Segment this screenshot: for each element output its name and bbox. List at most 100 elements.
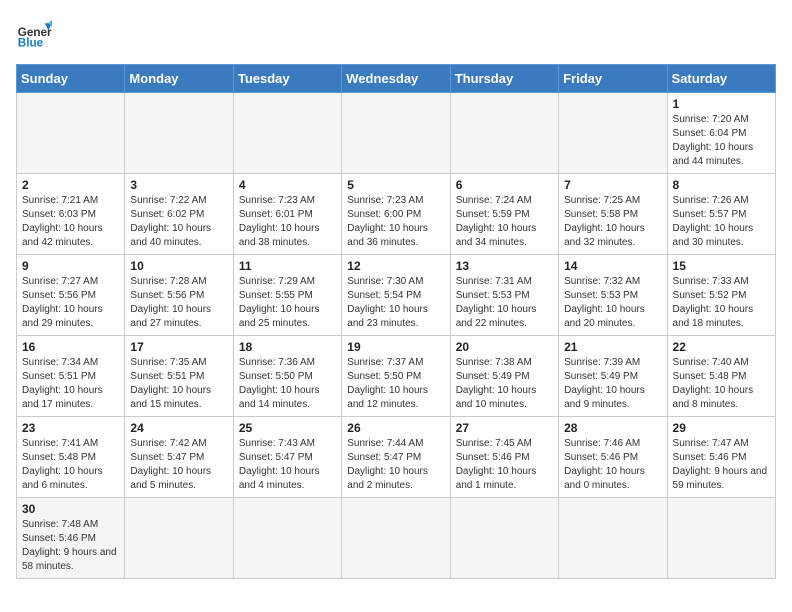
calendar-cell bbox=[125, 93, 233, 174]
day-info: Sunrise: 7:40 AM Sunset: 5:48 PM Dayligh… bbox=[673, 356, 770, 412]
day-number: 10 bbox=[130, 259, 227, 273]
calendar-cell bbox=[125, 498, 233, 579]
day-number: 27 bbox=[456, 421, 553, 435]
day-number: 1 bbox=[673, 97, 770, 111]
calendar-cell: 1Sunrise: 7:20 AM Sunset: 6:04 PM Daylig… bbox=[667, 93, 775, 174]
calendar-cell: 3 Sunrise: 7:22 AM Sunset: 6:02 PM Daylig… bbox=[125, 174, 233, 255]
calendar-cell: 24 Sunrise: 7:42 AM Sunset: 5:47 PM Dayli… bbox=[125, 417, 233, 498]
calendar-cell: 6Sunrise: 7:24 AM Sunset: 5:59 PM Daylig… bbox=[450, 174, 558, 255]
day-info: Sunrise: 7:38 AM Sunset: 5:49 PM Dayligh… bbox=[456, 356, 553, 412]
logo-icon: General Blue bbox=[16, 16, 52, 52]
day-number: 13 bbox=[456, 259, 553, 273]
day-info: Sunrise: 7:45 AM Sunset: 5:46 PM Dayligh… bbox=[456, 437, 553, 493]
calendar-cell: 8 Sunrise: 7:26 AM Sunset: 5:57 PM Daylig… bbox=[667, 174, 775, 255]
calendar-cell: 5Sunrise: 7:23 AM Sunset: 6:00 PM Daylig… bbox=[342, 174, 450, 255]
calendar-cell: 2 Sunrise: 7:21 AM Sunset: 6:03 PM Daylig… bbox=[17, 174, 125, 255]
calendar-cell bbox=[667, 498, 775, 579]
weekday-header: Tuesday bbox=[233, 65, 341, 93]
calendar-cell: 19Sunrise: 7:37 AM Sunset: 5:50 PM Dayli… bbox=[342, 336, 450, 417]
day-number: 4 bbox=[239, 178, 336, 192]
day-number: 29 bbox=[673, 421, 770, 435]
day-info: Sunrise: 7:35 AM Sunset: 5:51 PM Dayligh… bbox=[130, 356, 227, 412]
day-info: Sunrise: 7:42 AM Sunset: 5:47 PM Dayligh… bbox=[130, 437, 227, 493]
day-number: 2 bbox=[22, 178, 119, 192]
calendar-cell bbox=[342, 93, 450, 174]
day-number: 22 bbox=[673, 340, 770, 354]
calendar-cell bbox=[342, 498, 450, 579]
calendar-cell: 23 Sunrise: 7:41 AM Sunset: 5:48 PM Dayli… bbox=[17, 417, 125, 498]
calendar-cell bbox=[233, 93, 341, 174]
calendar-cell: 14Sunrise: 7:32 AM Sunset: 5:53 PM Dayli… bbox=[559, 255, 667, 336]
calendar-cell: 15 Sunrise: 7:33 AM Sunset: 5:52 PM Dayli… bbox=[667, 255, 775, 336]
day-info: Sunrise: 7:23 AM Sunset: 6:00 PM Dayligh… bbox=[347, 194, 444, 250]
day-info: Sunrise: 7:23 AM Sunset: 6:01 PM Dayligh… bbox=[239, 194, 336, 250]
calendar-cell: 26 Sunrise: 7:44 AM Sunset: 5:47 PM Dayli… bbox=[342, 417, 450, 498]
calendar-cell bbox=[450, 498, 558, 579]
calendar-cell bbox=[559, 498, 667, 579]
day-number: 20 bbox=[456, 340, 553, 354]
day-number: 15 bbox=[673, 259, 770, 273]
day-number: 14 bbox=[564, 259, 661, 273]
day-info: Sunrise: 7:33 AM Sunset: 5:52 PM Dayligh… bbox=[673, 275, 770, 331]
calendar-cell: 21 Sunrise: 7:39 AM Sunset: 5:49 PM Dayli… bbox=[559, 336, 667, 417]
day-info: Sunrise: 7:46 AM Sunset: 5:46 PM Dayligh… bbox=[564, 437, 661, 493]
calendar-cell: 12 Sunrise: 7:30 AM Sunset: 5:54 PM Dayli… bbox=[342, 255, 450, 336]
day-number: 3 bbox=[130, 178, 227, 192]
day-number: 8 bbox=[673, 178, 770, 192]
calendar-cell bbox=[233, 498, 341, 579]
calendar-cell: 9 Sunrise: 7:27 AM Sunset: 5:56 PM Daylig… bbox=[17, 255, 125, 336]
day-number: 12 bbox=[347, 259, 444, 273]
day-info: Sunrise: 7:30 AM Sunset: 5:54 PM Dayligh… bbox=[347, 275, 444, 331]
day-info: Sunrise: 7:41 AM Sunset: 5:48 PM Dayligh… bbox=[22, 437, 119, 493]
logo: General Blue bbox=[16, 16, 52, 52]
day-info: Sunrise: 7:43 AM Sunset: 5:47 PM Dayligh… bbox=[239, 437, 336, 493]
day-info: Sunrise: 7:27 AM Sunset: 5:56 PM Dayligh… bbox=[22, 275, 119, 331]
day-number: 21 bbox=[564, 340, 661, 354]
day-info: Sunrise: 7:29 AM Sunset: 5:55 PM Dayligh… bbox=[239, 275, 336, 331]
calendar-cell bbox=[559, 93, 667, 174]
calendar-cell: 30 Sunrise: 7:48 AM Sunset: 5:46 PM Dayli… bbox=[17, 498, 125, 579]
weekday-header: Wednesday bbox=[342, 65, 450, 93]
day-info: Sunrise: 7:39 AM Sunset: 5:49 PM Dayligh… bbox=[564, 356, 661, 412]
weekday-header: Saturday bbox=[667, 65, 775, 93]
day-info: Sunrise: 7:25 AM Sunset: 5:58 PM Dayligh… bbox=[564, 194, 661, 250]
day-info: Sunrise: 7:36 AM Sunset: 5:50 PM Dayligh… bbox=[239, 356, 336, 412]
day-number: 16 bbox=[22, 340, 119, 354]
calendar-cell: 11 Sunrise: 7:29 AM Sunset: 5:55 PM Dayli… bbox=[233, 255, 341, 336]
calendar-cell: 13 Sunrise: 7:31 AM Sunset: 5:53 PM Dayli… bbox=[450, 255, 558, 336]
calendar-cell: 27 Sunrise: 7:45 AM Sunset: 5:46 PM Dayli… bbox=[450, 417, 558, 498]
day-info: Sunrise: 7:44 AM Sunset: 5:47 PM Dayligh… bbox=[347, 437, 444, 493]
day-number: 25 bbox=[239, 421, 336, 435]
day-number: 26 bbox=[347, 421, 444, 435]
day-info: Sunrise: 7:28 AM Sunset: 5:56 PM Dayligh… bbox=[130, 275, 227, 331]
day-info: Sunrise: 7:31 AM Sunset: 5:53 PM Dayligh… bbox=[456, 275, 553, 331]
weekday-header: Monday bbox=[125, 65, 233, 93]
header: General Blue bbox=[16, 16, 776, 52]
calendar-cell bbox=[17, 93, 125, 174]
day-info: Sunrise: 7:21 AM Sunset: 6:03 PM Dayligh… bbox=[22, 194, 119, 250]
day-number: 9 bbox=[22, 259, 119, 273]
calendar-cell: 18Sunrise: 7:36 AM Sunset: 5:50 PM Dayli… bbox=[233, 336, 341, 417]
calendar-cell: 17Sunrise: 7:35 AM Sunset: 5:51 PM Dayli… bbox=[125, 336, 233, 417]
calendar-cell: 20 Sunrise: 7:38 AM Sunset: 5:49 PM Dayli… bbox=[450, 336, 558, 417]
day-info: Sunrise: 7:22 AM Sunset: 6:02 PM Dayligh… bbox=[130, 194, 227, 250]
calendar-cell bbox=[450, 93, 558, 174]
day-info: Sunrise: 7:24 AM Sunset: 5:59 PM Dayligh… bbox=[456, 194, 553, 250]
day-info: Sunrise: 7:48 AM Sunset: 5:46 PM Dayligh… bbox=[22, 518, 119, 574]
day-number: 24 bbox=[130, 421, 227, 435]
calendar-cell: 10 Sunrise: 7:28 AM Sunset: 5:56 PM Dayli… bbox=[125, 255, 233, 336]
day-number: 11 bbox=[239, 259, 336, 273]
day-info: Sunrise: 7:26 AM Sunset: 5:57 PM Dayligh… bbox=[673, 194, 770, 250]
calendar-cell: 28 Sunrise: 7:46 AM Sunset: 5:46 PM Dayli… bbox=[559, 417, 667, 498]
calendar-cell: 16Sunrise: 7:34 AM Sunset: 5:51 PM Dayli… bbox=[17, 336, 125, 417]
day-number: 23 bbox=[22, 421, 119, 435]
weekday-header: Friday bbox=[559, 65, 667, 93]
day-number: 28 bbox=[564, 421, 661, 435]
calendar-cell: 4 Sunrise: 7:23 AM Sunset: 6:01 PM Daylig… bbox=[233, 174, 341, 255]
day-number: 30 bbox=[22, 502, 119, 516]
svg-text:Blue: Blue bbox=[18, 37, 44, 50]
day-number: 19 bbox=[347, 340, 444, 354]
calendar-table: SundayMondayTuesdayWednesdayThursdayFrid… bbox=[16, 64, 776, 579]
calendar-cell: 29Sunrise: 7:47 AM Sunset: 5:46 PM Dayli… bbox=[667, 417, 775, 498]
day-number: 7 bbox=[564, 178, 661, 192]
